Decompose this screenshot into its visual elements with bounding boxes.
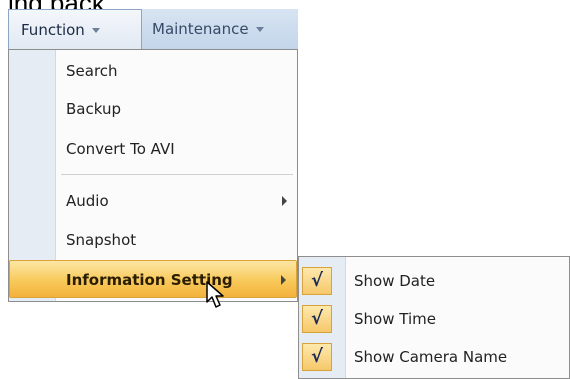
menu-item-search[interactable]: Search <box>9 52 297 90</box>
maintenance-menu-label: Maintenance <box>152 20 249 38</box>
checkmark-icon: √ <box>302 267 332 295</box>
chevron-right-icon <box>281 275 286 285</box>
menu-item-information-setting[interactable]: Information Setting <box>9 260 297 298</box>
submenu-item-show-time[interactable]: √ Show Time <box>299 301 569 337</box>
chevron-down-icon <box>91 28 100 33</box>
submenu-item-show-camera-name[interactable]: √ Show Camera Name <box>299 339 569 375</box>
mouse-pointer-icon <box>206 281 224 308</box>
submenu-item-show-date[interactable]: √ Show Date <box>299 263 569 299</box>
maintenance-menu[interactable]: Maintenance <box>144 9 294 49</box>
function-menu[interactable]: Function <box>8 9 142 49</box>
chevron-down-icon <box>255 27 264 32</box>
menu-item-backup[interactable]: Backup <box>9 90 297 128</box>
menubar: Function Maintenance <box>8 9 298 50</box>
menu-item-label: Snapshot <box>66 231 137 249</box>
menu-item-label: Convert To AVI <box>66 140 175 158</box>
menu-item-label: Search <box>66 62 118 80</box>
menu-item-audio[interactable]: Audio <box>9 182 297 220</box>
function-dropdown-menu: Search Backup Convert To AVI Audio Snaps… <box>8 49 298 302</box>
menu-item-convert-to-avi[interactable]: Convert To AVI <box>9 130 297 168</box>
chevron-right-icon <box>282 196 287 206</box>
checkmark-icon: √ <box>302 305 332 333</box>
submenu-item-label: Show Camera Name <box>354 348 508 366</box>
menu-item-label: Backup <box>66 100 121 118</box>
menu-item-snapshot[interactable]: Snapshot <box>9 221 297 259</box>
function-menu-label: Function <box>21 21 85 39</box>
submenu-item-label: Show Date <box>354 272 436 290</box>
checkmark-icon: √ <box>302 343 332 371</box>
menu-item-label: Audio <box>66 192 109 210</box>
submenu-item-label: Show Time <box>354 310 436 328</box>
information-setting-submenu: √ Show Date √ Show Time √ Show Camera Na… <box>298 256 570 379</box>
menu-separator <box>61 174 293 175</box>
